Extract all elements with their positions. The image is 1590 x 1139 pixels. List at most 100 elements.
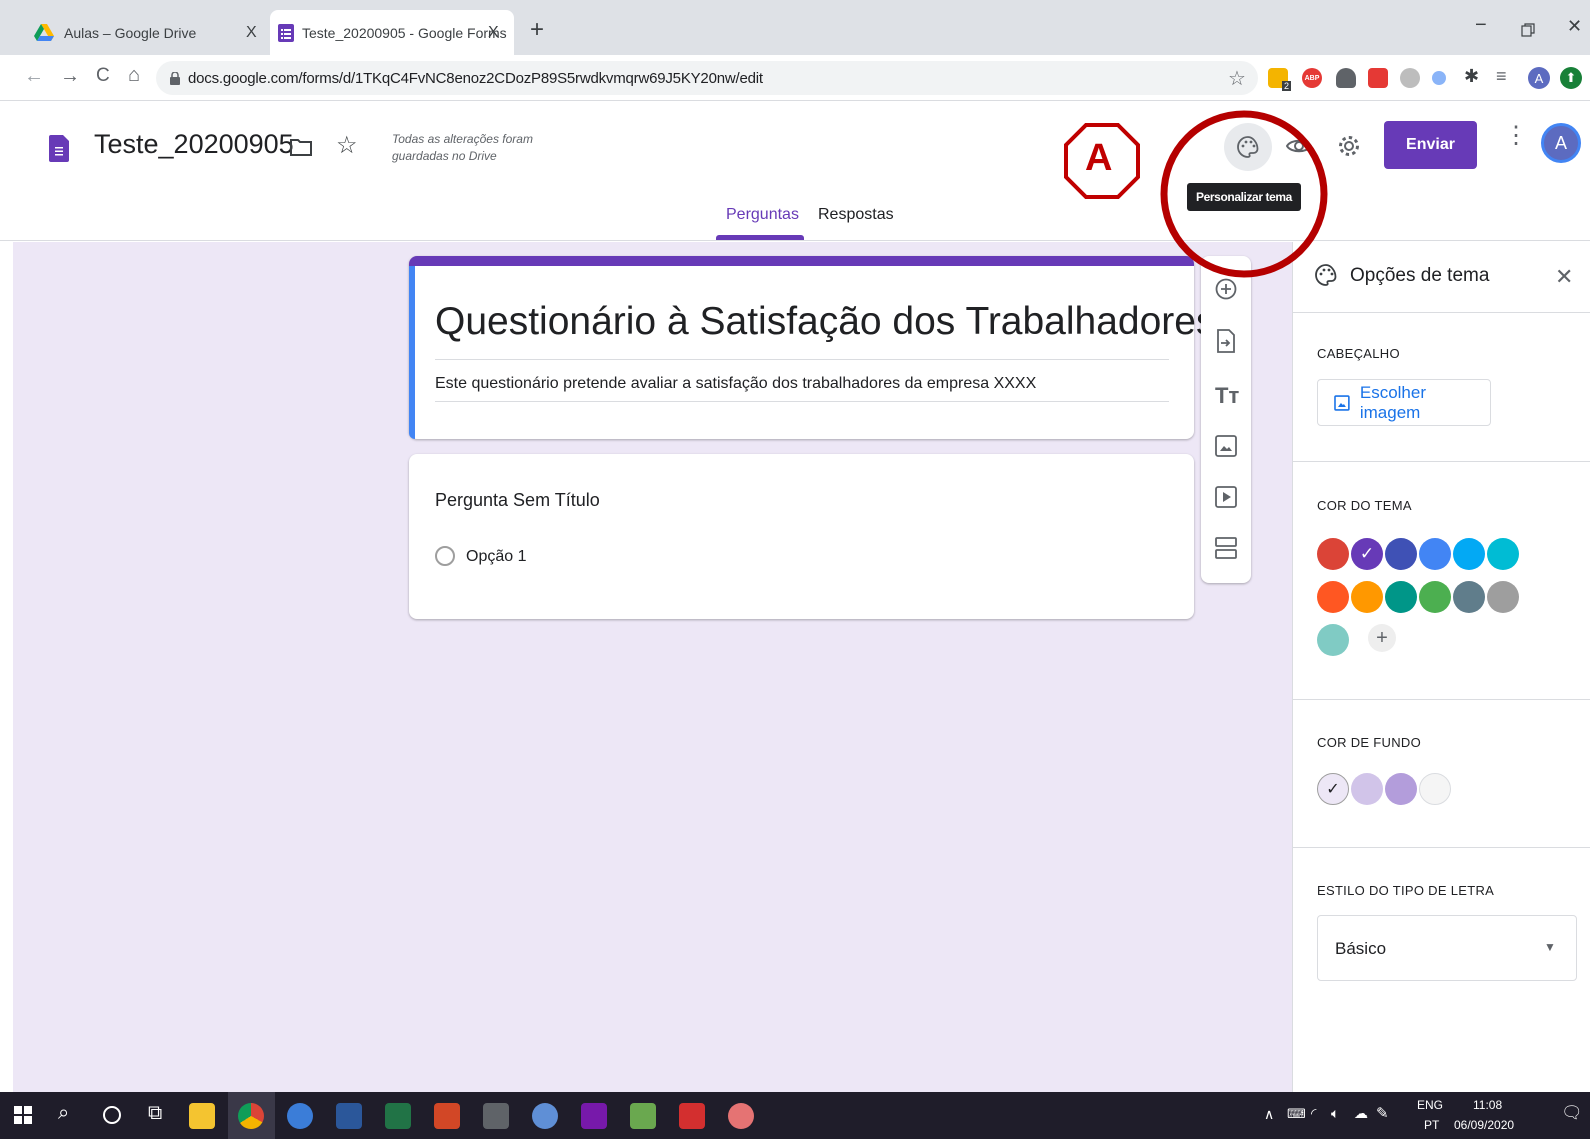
keyboard-icon[interactable]: ⌨ [1287, 1106, 1306, 1122]
r-icon[interactable] [532, 1103, 558, 1129]
tab-respostas[interactable]: Respostas [818, 206, 894, 224]
task-view-icon[interactable]: ⧉ [148, 1102, 162, 1125]
language-bottom[interactable]: PT [1424, 1118, 1439, 1132]
tray-chevron-icon[interactable]: ∧ [1264, 1106, 1274, 1123]
close-panel-icon[interactable]: ✕ [1555, 264, 1573, 290]
choose-image-button[interactable]: Escolher imagem [1317, 379, 1491, 426]
theme-color-swatch[interactable] [1487, 581, 1519, 613]
windows-start-icon[interactable] [14, 1106, 32, 1124]
star-icon[interactable]: ☆ [336, 131, 358, 160]
settings-gear-icon[interactable] [1337, 134, 1361, 158]
extension-icon[interactable]: 2 [1268, 68, 1291, 91]
forward-icon[interactable]: → [60, 65, 80, 88]
reload-icon[interactable]: C [96, 65, 110, 87]
add-title-icon[interactable]: Tт [1215, 383, 1239, 409]
document-title[interactable]: Teste_20200905 [94, 129, 294, 160]
search-icon[interactable]: ⌕ [58, 1102, 69, 1125]
form-title[interactable]: Questionário à Satisfação dos Trabalhado… [435, 300, 1215, 344]
word-icon[interactable] [336, 1103, 362, 1129]
background-color-swatch[interactable] [1351, 773, 1383, 805]
notifications-icon[interactable]: 🗨︎ [1561, 1103, 1583, 1123]
tab-perguntas[interactable]: Perguntas [726, 206, 799, 224]
question-card[interactable]: Pergunta Sem Título Opção 1 [409, 454, 1194, 619]
background-color-swatch[interactable] [1385, 773, 1417, 805]
form-title-card[interactable]: Questionário à Satisfação dos Trabalhado… [409, 256, 1215, 439]
theme-color-swatch[interactable] [1351, 581, 1383, 613]
adblock-icon[interactable]: ABP [1302, 68, 1322, 88]
tab-title: Aulas – Google Drive [64, 24, 197, 41]
app-globe-icon[interactable] [287, 1103, 313, 1129]
background-color-swatch[interactable] [1419, 773, 1451, 805]
more-options-icon[interactable]: ⋮ [1504, 124, 1528, 148]
tab-title: Teste_20200905 - Google Forms [302, 24, 507, 41]
volume-icon[interactable]: 🔈︎ [1331, 1105, 1339, 1122]
theme-color-swatch[interactable] [1385, 538, 1417, 570]
tab-close-icon[interactable]: X [488, 24, 499, 42]
new-tab-button[interactable]: + [530, 16, 544, 44]
snipping-tool-icon[interactable] [728, 1103, 754, 1129]
project-icon[interactable] [630, 1103, 656, 1129]
theme-color-swatch[interactable] [1453, 538, 1485, 570]
theme-color-swatch[interactable] [1317, 538, 1349, 570]
add-custom-color-button[interactable]: + [1368, 624, 1396, 652]
font-style-section-title: ESTILO DO TIPO DE LETRA [1317, 883, 1495, 898]
folder-icon[interactable] [290, 138, 312, 156]
theme-color-swatch[interactable] [1385, 581, 1417, 613]
tab-google-drive[interactable]: Aulas – Google Drive X [20, 10, 272, 55]
theme-color-swatch[interactable] [1487, 538, 1519, 570]
user-avatar[interactable]: A [1541, 123, 1581, 163]
file-explorer-icon[interactable] [189, 1103, 215, 1129]
onenote-icon[interactable] [581, 1103, 607, 1129]
onedrive-icon[interactable]: ☁ [1354, 1105, 1368, 1122]
card-focus-bar [409, 266, 415, 439]
form-description[interactable]: Este questionário pretende avaliar a sat… [435, 375, 1036, 393]
font-style-dropdown[interactable]: Básico ▼ [1317, 915, 1577, 981]
add-image-icon[interactable] [1215, 435, 1237, 457]
theme-color-swatch[interactable] [1317, 581, 1349, 613]
audio-extension-icon[interactable] [1432, 71, 1446, 85]
excel-icon[interactable] [385, 1103, 411, 1129]
profile-avatar[interactable]: A [1528, 67, 1550, 89]
theme-color-swatch[interactable]: ✓ [1351, 538, 1383, 570]
tab-close-icon[interactable]: X [246, 24, 257, 42]
update-icon[interactable]: ⬆ [1560, 67, 1582, 89]
wifi-icon[interactable]: ◜ [1311, 1105, 1316, 1122]
extensions-puzzle-icon[interactable]: ✱ [1464, 66, 1479, 87]
add-section-icon[interactable] [1215, 537, 1237, 559]
tab-google-forms[interactable]: Teste_20200905 - Google Forms X [270, 10, 514, 55]
back-icon[interactable]: ← [24, 65, 44, 88]
import-questions-icon[interactable] [1216, 329, 1236, 353]
clock-time[interactable]: 11:08 [1473, 1098, 1502, 1112]
question-title[interactable]: Pergunta Sem Título [435, 490, 600, 511]
minimize-icon[interactable]: − [1475, 14, 1487, 37]
cortana-icon[interactable] [103, 1106, 121, 1124]
theme-color-swatch[interactable] [1453, 581, 1485, 613]
address-bar[interactable]: docs.google.com/forms/d/1TKqC4FvNC8enoz2… [156, 61, 1258, 95]
pen-icon[interactable]: ✎ [1376, 1104, 1389, 1122]
forms-logo-icon[interactable] [49, 135, 69, 162]
theme-color-swatch[interactable] [1317, 624, 1349, 656]
add-question-icon[interactable] [1215, 278, 1237, 300]
reading-list-icon[interactable]: ≡ [1496, 66, 1507, 87]
forms-header: Teste_20200905 ☆ Todas as alterações for… [0, 101, 1590, 241]
clock-date[interactable]: 06/09/2020 [1454, 1118, 1514, 1132]
home-icon[interactable]: ⌂ [128, 64, 140, 87]
send-button[interactable]: Enviar [1384, 121, 1477, 169]
theme-color-swatch[interactable] [1419, 538, 1451, 570]
calculator-icon[interactable] [483, 1103, 509, 1129]
option-label[interactable]: Opção 1 [466, 548, 526, 566]
acrobat-icon[interactable] [679, 1103, 705, 1129]
drive-extension-icon[interactable] [1336, 68, 1356, 88]
background-color-swatch[interactable]: ✓ [1317, 773, 1349, 805]
close-window-icon[interactable]: ✕ [1567, 16, 1582, 37]
bookmark-star-icon[interactable]: ☆ [1228, 66, 1246, 91]
chrome-icon[interactable] [238, 1103, 264, 1129]
red-extension-icon[interactable] [1368, 68, 1388, 88]
add-video-icon[interactable] [1215, 486, 1237, 508]
theme-color-swatch[interactable] [1419, 581, 1451, 613]
restore-icon[interactable] [1521, 23, 1535, 37]
owl-extension-icon[interactable] [1400, 68, 1420, 88]
powerpoint-icon[interactable] [434, 1103, 460, 1129]
radio-option[interactable] [435, 546, 455, 566]
language-top[interactable]: ENG [1417, 1098, 1443, 1112]
